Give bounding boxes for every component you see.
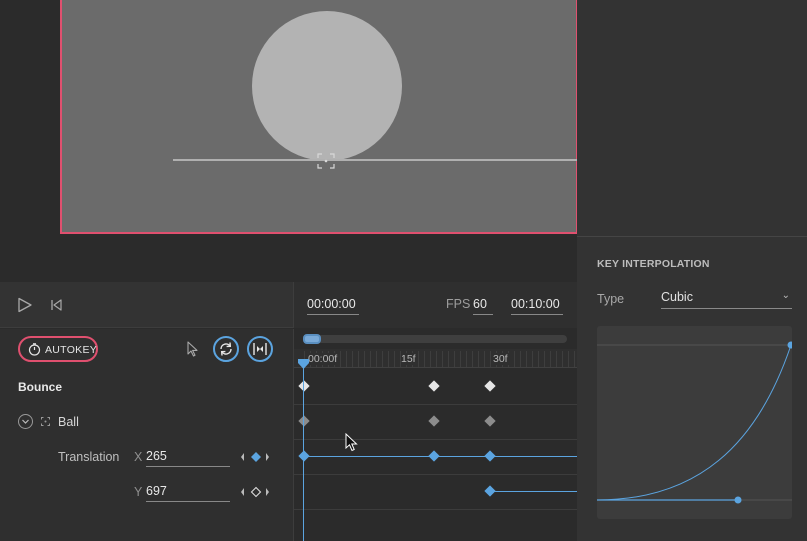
track-row-divider [294,404,577,405]
fit-width-button[interactable] [247,336,273,362]
y-axis-label: Y [134,485,143,499]
loop-icon [220,342,232,356]
key-interpolation-title: KEY INTERPOLATION [597,258,710,270]
panel-divider [577,236,807,237]
ruler-ticks [304,351,577,367]
track-row-divider [294,474,577,475]
stopwatch-icon [28,343,41,356]
x-axis-label: X [134,450,143,464]
inspector-top-area [577,0,807,236]
fit-width-icon [253,343,267,355]
next-key-icon [266,453,269,461]
loop-button[interactable] [213,336,239,362]
fps-input[interactable]: 60 [473,297,493,315]
keyframe-diamond-outline-icon [250,486,262,498]
play-icon[interactable] [16,297,34,313]
anchor-point-icon[interactable] [317,153,335,169]
autokey-label: AUTOKEY [45,344,98,356]
easing-curve [596,344,792,501]
y-value-input[interactable]: 697 [146,484,230,502]
expand-toggle[interactable] [18,414,33,429]
y-keyframe-nav[interactable] [239,485,273,499]
curve-control-point-2[interactable] [787,341,795,349]
track-row-divider [294,509,577,510]
next-key-icon [266,488,269,496]
x-value-input[interactable]: 265 [146,449,230,467]
keyframe-diamond-icon [251,452,261,462]
chevron-down-icon: ⌄ [781,290,790,301]
easing-curve-graph [596,341,795,504]
x-track-interpolation-line [303,456,577,457]
y-track-interpolation-line [490,491,577,492]
duration-input[interactable]: 00:10:00 [511,297,563,315]
interpolation-curve-editor[interactable] [596,326,795,519]
object-name[interactable]: Ball [58,415,79,429]
shape-icon [41,417,50,426]
ruler-tick-label: 30f [493,353,510,365]
prev-key-icon [241,488,244,496]
prev-key-icon [241,453,244,461]
interpolation-type-label: Type [597,292,625,306]
track-row-divider [294,439,577,440]
timeline-scrollbar[interactable] [303,335,567,343]
timeline-scroll-thumb[interactable] [303,334,321,344]
ruler-tick-label: 00:00f [308,353,340,365]
mouse-pointer-icon [345,433,358,452]
skip-to-start-icon[interactable] [50,298,64,312]
x-keyframe-nav[interactable] [239,450,273,464]
interpolation-type-value: Cubic [661,290,693,304]
transport-bar [0,282,293,328]
chevron-down-icon [22,419,29,424]
cursor-icon[interactable] [186,341,200,357]
property-name: Translation [58,450,120,464]
curve-control-point-1[interactable] [734,496,742,504]
group-name[interactable]: Bounce [18,380,62,394]
autokey-button[interactable]: AUTOKEY [18,336,98,362]
interpolation-type-select[interactable]: Cubic ⌄ [661,290,792,309]
fps-label: FPS [446,297,471,311]
ball-shape[interactable] [252,11,402,161]
playhead-handle-icon[interactable] [298,359,309,369]
current-time-input[interactable]: 00:00:00 [307,297,359,315]
ruler-tick-label: 15f [401,353,418,365]
playhead-line[interactable] [303,362,304,541]
